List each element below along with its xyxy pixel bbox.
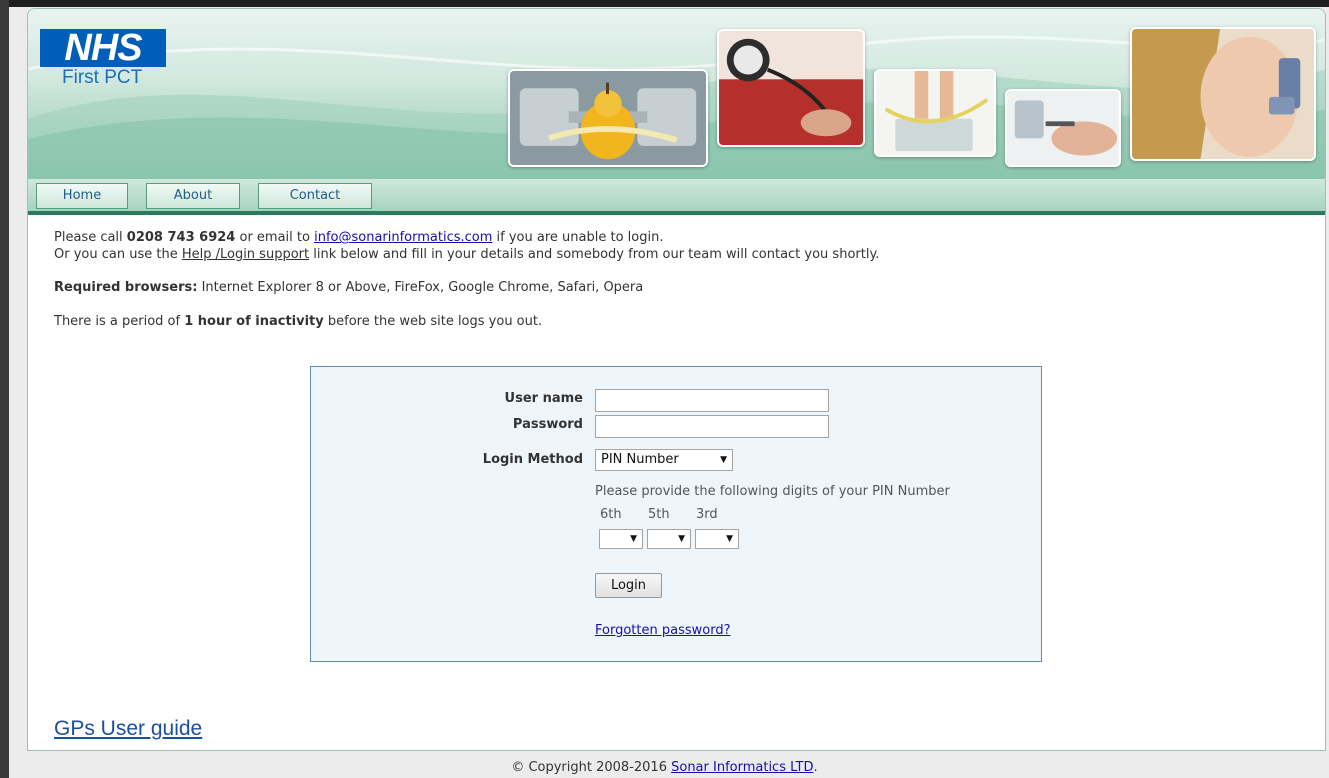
nhs-logo: NHS bbox=[40, 29, 166, 67]
login-button[interactable]: Login bbox=[595, 573, 662, 598]
login-method-select[interactable]: PIN Number ▼ bbox=[595, 449, 733, 471]
photo-glucose-test bbox=[1005, 89, 1121, 167]
footer-end: . bbox=[813, 760, 818, 775]
text: link below and fill in your details and … bbox=[309, 247, 880, 262]
nav-about[interactable]: About bbox=[146, 183, 240, 209]
copyright-text: © Copyright 2008-2016 bbox=[511, 760, 672, 775]
dropdown-arrow-icon: ▼ bbox=[678, 534, 685, 544]
forgotten-password-link[interactable]: Forgotten password? bbox=[595, 623, 730, 638]
photo-blood-pressure bbox=[717, 29, 865, 147]
text: if you are unable to login. bbox=[492, 230, 664, 245]
text: before the web site logs you out. bbox=[323, 314, 543, 329]
window-left-edge bbox=[0, 0, 9, 778]
support-email-link[interactable]: info@sonarinformatics.com bbox=[314, 230, 492, 245]
support-phone: 0208 743 6924 bbox=[126, 230, 236, 245]
username-input[interactable] bbox=[595, 389, 829, 412]
login-instructions: Please call 0208 743 6924 or email to in… bbox=[54, 229, 1304, 330]
browsers-list: Internet Explorer 8 or Above, FireFox, G… bbox=[197, 280, 644, 295]
nav-contact[interactable]: Contact bbox=[258, 183, 372, 209]
username-label: User name bbox=[504, 391, 583, 406]
help-line-1: Please call 0208 743 6924 or email to in… bbox=[54, 229, 1304, 246]
photo-dumbbells-pear bbox=[508, 69, 708, 167]
browsers-requirement: Required browsers: Internet Explorer 8 o… bbox=[54, 279, 1304, 296]
page-frame: NHS First PCT Home About Contact Please … bbox=[27, 8, 1326, 751]
dropdown-arrow-icon: ▼ bbox=[720, 455, 727, 465]
text: Please call bbox=[54, 230, 127, 245]
login-method-value: PIN Number bbox=[601, 452, 679, 467]
window-top-edge bbox=[0, 0, 1329, 7]
inactivity-duration: 1 hour of inactivity bbox=[184, 314, 324, 329]
help-line-2: Or you can use the Help /Login support l… bbox=[54, 246, 1304, 263]
password-input[interactable] bbox=[595, 415, 829, 438]
photo-weighing-scales bbox=[874, 69, 996, 157]
text: Or you can use the bbox=[54, 247, 182, 262]
pin-digit-3rd-select[interactable]: ▼ bbox=[695, 529, 739, 549]
login-method-label: Login Method bbox=[482, 452, 583, 467]
login-form: User name Password Login Method PIN Numb… bbox=[310, 366, 1042, 662]
footer: © Copyright 2008-2016 Sonar Informatics … bbox=[0, 760, 1329, 775]
company-link[interactable]: Sonar Informatics LTD bbox=[671, 760, 813, 775]
gps-user-guide-link[interactable]: GPs User guide bbox=[54, 717, 202, 741]
text: There is a period of bbox=[54, 314, 185, 329]
nav-home[interactable]: Home bbox=[36, 183, 128, 209]
login-support-link[interactable]: Help /Login support bbox=[182, 247, 309, 262]
dropdown-arrow-icon: ▼ bbox=[726, 534, 733, 544]
pin-digit-5th-select[interactable]: ▼ bbox=[647, 529, 691, 549]
photo-inhaler bbox=[1130, 27, 1316, 161]
header-banner: NHS First PCT bbox=[28, 9, 1325, 179]
inactivity-note: There is a period of 1 hour of inactivit… bbox=[54, 313, 1304, 330]
password-label: Password bbox=[512, 417, 583, 432]
dropdown-arrow-icon: ▼ bbox=[630, 534, 637, 544]
digit-label-5th: 5th bbox=[648, 507, 670, 522]
text: or email to bbox=[235, 230, 315, 245]
pin-digit-6th-select[interactable]: ▼ bbox=[599, 529, 643, 549]
pin-instruction: Please provide the following digits of y… bbox=[595, 484, 950, 499]
browsers-label: Required browsers: bbox=[54, 280, 198, 295]
top-navigation: Home About Contact bbox=[28, 179, 1325, 215]
digit-label-3rd: 3rd bbox=[696, 507, 718, 522]
organisation-name: First PCT bbox=[62, 67, 143, 88]
digit-label-6th: 6th bbox=[600, 507, 622, 522]
